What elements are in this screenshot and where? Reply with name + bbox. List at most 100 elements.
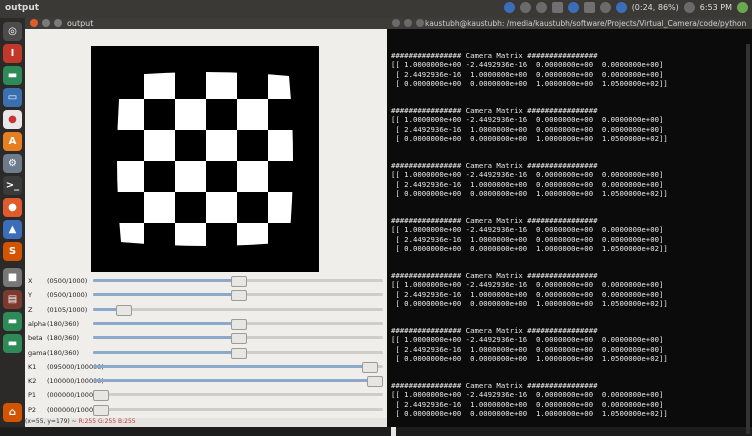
trackbar-label: alpha [28, 319, 47, 328]
close-button[interactable] [30, 19, 38, 27]
firefox-icon[interactable]: ● [3, 198, 22, 217]
trackbar-rail[interactable] [93, 290, 383, 302]
trackbar-thumb[interactable] [116, 304, 133, 316]
checker-square [206, 130, 237, 161]
trackbar-z: Z (0105/1000) [25, 303, 387, 317]
checker-square [144, 130, 175, 161]
checker-square [206, 192, 237, 223]
dropbox-icon[interactable] [503, 2, 515, 13]
trackbar-k1: K1 (095000/100000) [25, 360, 387, 374]
clock[interactable]: 6:53 PM [700, 3, 732, 12]
cursor-coords: (x=55, y=179) ~ [25, 418, 77, 425]
checker-square [117, 161, 144, 192]
camera-matrix-output: ################ Camera Matrix #########… [391, 216, 668, 254]
trackbar-thumb[interactable] [231, 347, 247, 359]
app2-icon[interactable]: ■ [3, 268, 22, 287]
trackbar-label: P1 [28, 391, 37, 400]
app4-icon[interactable]: ▬ [3, 312, 22, 331]
trackbar-rail[interactable] [93, 347, 383, 359]
sublime-icon[interactable]: S [3, 242, 22, 261]
maximize-button[interactable] [54, 19, 62, 27]
app-icon[interactable]: ▲ [3, 220, 22, 239]
volume-icon[interactable] [599, 2, 611, 13]
checker-square [117, 72, 144, 99]
terminal-minimize-button[interactable] [404, 19, 412, 27]
checker-square [237, 161, 268, 192]
distorted-checkerboard-image [91, 46, 319, 272]
settings-icon[interactable]: ⚙ [3, 154, 22, 173]
trackbar-rail[interactable] [93, 361, 383, 373]
trackbar-thumb[interactable] [231, 333, 247, 345]
software-center-icon[interactable]: A [3, 132, 22, 151]
trackbar-thumb[interactable] [93, 404, 109, 416]
checker-square [117, 99, 144, 130]
checker-square [175, 192, 206, 223]
camera-matrix-output: ################ Camera Matrix #########… [391, 51, 668, 89]
minimize-button[interactable] [42, 19, 50, 27]
trackbar-thumb[interactable] [231, 318, 247, 330]
battery-icon[interactable] [615, 2, 627, 13]
checker-square [237, 223, 268, 246]
dash-icon[interactable]: ◎ [3, 22, 22, 41]
status-bar: (x=55, y=179) ~ R:255 G:255 B:255 [25, 418, 387, 427]
trackbar-value: (0105/1000) [47, 305, 88, 314]
app5-icon[interactable]: ▬ [3, 334, 22, 353]
trackbar-rail[interactable] [93, 318, 383, 330]
camera-matrix-output: ################ Camera Matrix #########… [391, 106, 668, 144]
trackbar-rail[interactable] [93, 333, 383, 345]
ubuntu-icon[interactable]: I [3, 44, 22, 63]
trackbar-thumb[interactable] [367, 376, 383, 388]
trackbar-rail[interactable] [93, 390, 383, 402]
trackbar-thumb[interactable] [231, 290, 247, 302]
user-icon[interactable] [683, 2, 695, 13]
trackbar-fill [93, 379, 383, 383]
indicator2-icon[interactable] [535, 2, 547, 13]
terminal-cursor [391, 427, 396, 436]
trackbar-fill [93, 350, 238, 354]
trackbar-thumb[interactable] [361, 361, 378, 373]
checker-square [144, 161, 175, 192]
trackbar-value: (180/360) [47, 348, 80, 357]
terminal-icon[interactable]: >_ [3, 176, 22, 195]
trackbar-fill [93, 336, 238, 340]
terminal-maximize-button[interactable] [416, 19, 424, 27]
trackbar-value: (180/360) [47, 319, 80, 328]
checker-square [268, 130, 293, 161]
terminal-scrollbar[interactable] [746, 44, 750, 434]
bluetooth-icon[interactable] [567, 2, 579, 13]
trackbar-label: beta [28, 334, 43, 343]
power-icon[interactable] [737, 2, 748, 13]
chrome-icon[interactable]: ● [3, 110, 22, 129]
trackbar-value: (180/360) [47, 334, 80, 343]
checker-square [268, 223, 293, 246]
app3-icon[interactable]: ▤ [3, 290, 22, 309]
terminal-output[interactable]: ################ Camera Matrix #########… [387, 29, 752, 436]
launcher: ◎ I ▬ ▭ ● A ⚙ >_ ● ▲ S ■ ▤ ▬ ▬ ⌂ [0, 18, 25, 427]
browser-icon[interactable]: ▭ [3, 88, 22, 107]
indicator-icon[interactable] [519, 2, 531, 13]
trackbar-label: gama [28, 348, 47, 357]
terminal-title: kaustubh@kaustubh: /media/kaustubh/softw… [425, 19, 747, 28]
trackbar-beta: beta (180/360) [25, 331, 387, 345]
checker-square [237, 72, 268, 99]
trackbar-rail[interactable] [93, 276, 383, 287]
trackbar-rail[interactable] [93, 404, 383, 416]
trackbar-thumb[interactable] [93, 390, 109, 402]
output-window: output X (0500/1000) Y (0500/1000) Z (0105/10… [25, 18, 387, 427]
trackbar-value: (0500/1000) [47, 277, 88, 285]
files-icon[interactable]: ▬ [3, 66, 22, 85]
trackbar-y: Y (0500/1000) [25, 288, 387, 302]
trash-icon[interactable]: ⌂ [3, 403, 22, 422]
window-titlebar: output [25, 18, 387, 29]
trackbar-thumb[interactable] [231, 276, 247, 287]
checker-square [144, 72, 175, 99]
checker-square [175, 161, 206, 192]
checker-square [144, 99, 175, 130]
trackbar-rail[interactable] [93, 376, 383, 388]
checker-square [268, 161, 293, 192]
checker-square [268, 192, 293, 223]
keyboard-icon[interactable] [551, 2, 563, 13]
terminal-close-button[interactable] [392, 19, 400, 27]
network-icon[interactable] [583, 2, 595, 13]
trackbar-rail[interactable] [93, 304, 383, 316]
